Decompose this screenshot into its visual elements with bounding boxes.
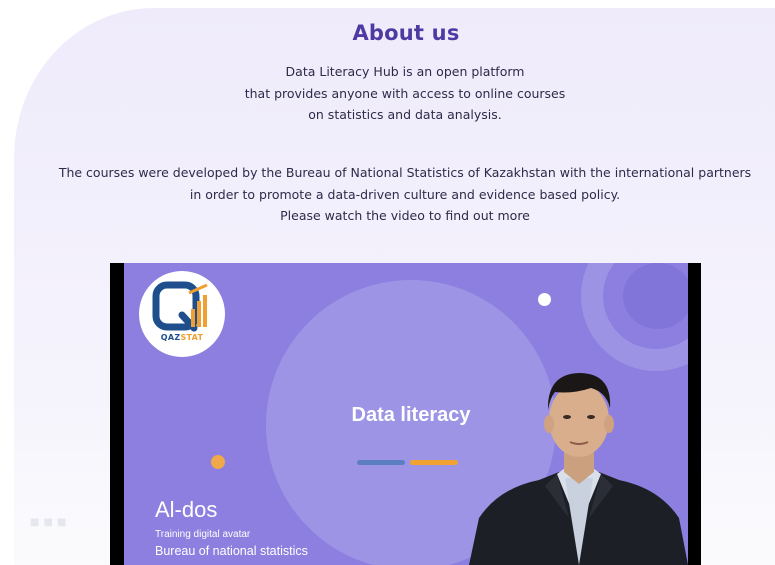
intro-video-player[interactable]: QAZSTAT Data literacy Al-dos Training di… [110,263,701,565]
description-line: in order to promote a data-driven cultur… [189,186,621,202]
intro-line: on statistics and data analysis. [308,107,502,122]
about-page: About us Data Literacy Hub is an open pl… [0,0,775,565]
white-dot-decoration [538,293,551,306]
intro-line: Data Literacy Hub is an open platform [285,64,525,79]
about-description: The courses were developed by the Bureau… [0,162,775,227]
qazstat-logo-text: QAZSTAT [160,333,204,342]
qazstat-logo: QAZSTAT [139,271,225,357]
presenter-avatar-image [469,373,688,565]
presenter-organization: Bureau of national statistics [155,544,308,558]
qazstat-logo-mark-icon [152,281,208,332]
presenter-role: Training digital avatar [155,529,251,540]
decorative-dots: ■■■ [30,517,71,528]
description-line: The courses were developed by the Bureau… [58,165,752,180]
orange-accent-bar [410,460,458,465]
about-intro: Data Literacy Hub is an open platform th… [0,61,775,126]
presenter-name: Al-dos [155,497,218,522]
video-frame: QAZSTAT Data literacy Al-dos Training di… [124,263,688,565]
slide-ring-center-decoration [623,263,688,329]
orange-dot-decoration [211,455,225,469]
about-title: About us [352,21,460,45]
blue-accent-bar [357,460,405,465]
intro-line: that provides anyone with access to onli… [244,85,566,101]
description-line: Please watch the video to find out more [280,208,530,223]
